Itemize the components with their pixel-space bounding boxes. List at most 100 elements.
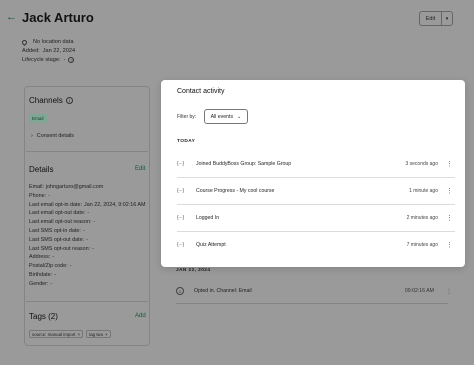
tag-label: source: manual import [32,331,76,337]
remove-tag-icon[interactable]: × [105,332,108,337]
details-edit-link[interactable]: Edit [135,166,145,172]
more-vertical-icon[interactable]: ⋮ [446,241,453,249]
lifecycle-value: - [63,57,66,63]
detail-row: Last SMS opt-out date: - [29,236,146,245]
info-icon[interactable]: i [65,97,73,104]
today-header: TODAY [177,139,196,144]
activity-time: 1 minute ago [409,188,438,194]
detail-value: - [50,280,53,287]
detail-row: Phone: - [29,192,146,201]
detail-row: Birthdate: - [29,271,146,280]
activity-row[interactable]: {···} Course Progress - My cool course 1 m… [177,177,455,204]
tags-list: source: manual import × tag two × [29,330,111,338]
channels-heading: Channels i [29,96,73,105]
modal-title: Contact activity [177,88,225,95]
detail-value: Jan 22, 2024, 9:02:16 AM [84,201,146,208]
more-actions-button[interactable]: ▾ [441,11,453,26]
opt-in-icon: ☺ [176,287,184,295]
background-activity: JAN 22, 2024 ☺ Opted in. Channel: Email … [176,268,458,304]
activity-text: Quiz Attempt [196,242,226,248]
code-braces-icon: {···} [177,242,184,248]
activity-row[interactable]: {···} Joined BuddyBoss Group: Sample Grou… [177,150,455,177]
activity-time: 3 seconds ago [405,160,438,167]
detail-row: Address: - [29,253,146,262]
detail-label: Birthdate: [29,271,53,278]
lifecycle-row: Lifecycle stage: - ? [22,57,75,63]
detail-row: Gender: - [29,280,146,289]
detail-value: - [82,227,85,234]
code-braces-icon: {···} [177,188,184,194]
detail-value: johngarturo@gmail.com [45,184,104,190]
tags-title: Tags (2) [29,312,58,321]
activity-time: 2 minutes ago [406,215,438,221]
added-value: Jan 22, 2024 [42,48,76,54]
tag-chip[interactable]: tag two × [86,330,111,338]
tags-heading: Tags (2) [29,312,58,321]
detail-value: - [69,263,72,270]
contact-header: ← Jack Arturo No location data Added: Ja… [0,0,474,70]
details-title: Details [29,165,54,174]
lifecycle-label: Lifecycle stage: [22,57,61,63]
detail-row: Last email opt-out reason: - [29,218,146,227]
detail-value: - [48,192,50,199]
contact-name: Jack Arturo [22,10,94,25]
detail-row: Last email opt-out date: - [29,209,146,218]
contact-activity-modal: Contact activity Filter by: All events ⌄… [161,80,465,267]
detail-row: Last SMS opt-out reason: - [29,245,146,254]
detail-label: Gender: [29,280,49,287]
detail-row: Last SMS opt-in date: - [29,227,146,236]
activity-item: ☺ Opted in. Channel: Email 09:02:16 AM ⋮ [176,284,458,298]
location-pin-icon [20,38,29,46]
back-arrow-icon[interactable]: ← [6,11,17,23]
detail-label: Last email opt-in date: [29,201,83,208]
tag-label: tag two [89,331,104,337]
more-vertical-icon[interactable]: ⋮ [446,187,453,195]
detail-value: - [92,245,94,252]
code-braces-icon: {···} [177,160,184,167]
chevron-right-icon: › [31,133,33,139]
detail-row: Last email opt-in date: Jan 22, 2024, 9:0… [29,201,146,210]
detail-label: Email: [29,184,44,190]
more-vertical-icon[interactable]: ⋮ [446,160,453,168]
detail-label: Address: [29,254,51,261]
detail-label: Last email opt-out date: [29,210,86,217]
details-heading: Details [29,165,53,174]
more-vertical-icon[interactable]: ⋮ [446,288,452,295]
consent-details-toggle[interactable]: › Consent details [31,133,74,139]
activity-text: Opted in. Channel: Email [194,288,252,294]
filter-value: All events [210,113,234,120]
consent-details-label: Consent details [36,133,74,139]
tag-chip[interactable]: source: manual import × [29,330,84,338]
detail-value: - [86,236,88,243]
activity-row[interactable]: {···} Quiz Attempt 7 minutes ago ⋮ [177,231,455,258]
remove-tag-icon[interactable]: × [77,332,80,337]
chevron-down-icon: ⌄ [237,113,242,120]
location-text: No location data [33,39,74,45]
help-icon[interactable]: ? [68,57,75,63]
activity-text: Logged In [196,215,220,221]
activity-time: 09:02:16 AM [404,288,434,294]
detail-row: Postal/Zip code: - [29,262,146,271]
detail-label: Last email opt-out reason: [29,219,92,226]
detail-label: Postal/Zip code: [29,263,68,270]
detail-label: Last SMS opt-in date: [29,227,81,234]
activity-text: Joined BuddyBoss Group: Sample Group [196,160,292,167]
added-row: Added: Jan 22, 2024 [22,48,75,54]
divider [176,303,448,304]
edit-contact-button[interactable]: Edit [419,11,441,26]
code-braces-icon: {···} [177,215,184,221]
more-vertical-icon[interactable]: ⋮ [446,214,453,222]
detail-label: Phone: [29,192,47,199]
activity-row[interactable]: {···} Logged In 2 minutes ago ⋮ [177,204,455,231]
add-tag-link[interactable]: Add [135,313,146,319]
location-row: No location data [20,38,74,46]
divider [26,301,148,302]
detail-value: - [52,254,55,261]
event-filter-select[interactable]: All events ⌄ [204,109,248,124]
activity-text: Course Progress - My cool course [196,188,275,194]
detail-value: - [54,271,56,278]
filter-label: Filter by: [177,114,197,120]
details-list: Email: johngarturo@gmail.com Phone: - Last e… [29,183,146,289]
detail-row: Email: johngarturo@gmail.com [29,183,146,192]
divider [26,151,148,152]
